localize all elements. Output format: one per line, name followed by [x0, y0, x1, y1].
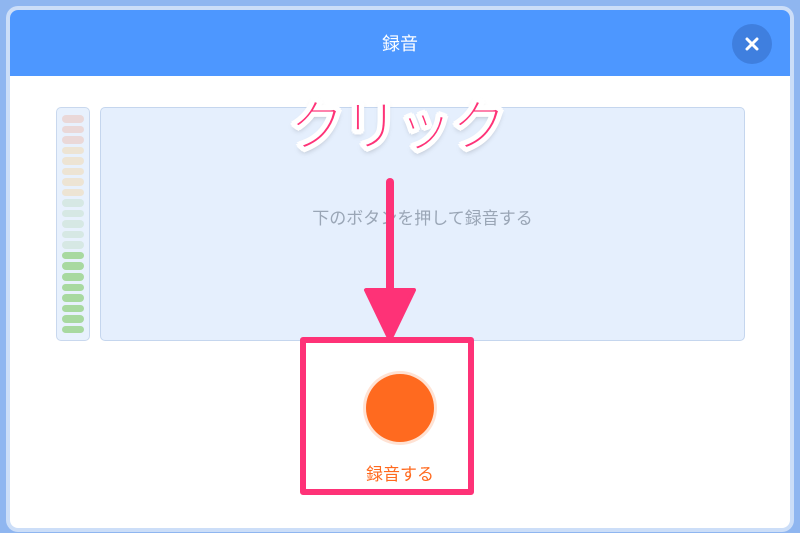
dialog-header: 録音	[10, 10, 790, 76]
record-button-label: 録音する	[366, 465, 434, 485]
level-meter-segment	[62, 146, 84, 155]
level-meter-segment	[62, 199, 84, 207]
level-meter-segment	[62, 157, 84, 165]
level-meter-segment	[62, 315, 84, 323]
dialog-title: 録音	[382, 34, 418, 55]
arrow-down-icon	[364, 178, 416, 342]
level-meter-segment	[62, 209, 84, 218]
level-meter-segment	[62, 304, 84, 313]
record-circle-icon	[366, 374, 434, 442]
level-meter-segment	[62, 167, 84, 176]
level-meter-segment	[62, 325, 84, 334]
recording-area: 下のボタンを押して録音する	[100, 107, 745, 341]
level-meter-segment	[62, 188, 84, 197]
level-meter-segment	[62, 220, 84, 228]
level-meter-segment	[62, 262, 84, 270]
level-meter-segment	[62, 178, 84, 186]
level-meter-segment	[62, 241, 84, 249]
recording-instruction: 下のボタンを押して録音する	[312, 208, 533, 229]
level-meter-segment	[62, 115, 84, 123]
level-meter-segment	[62, 272, 84, 281]
level-meter-segment	[62, 125, 84, 134]
level-meter	[56, 107, 90, 341]
level-meter-segment	[62, 294, 84, 302]
close-icon	[745, 37, 759, 51]
level-meter-segment	[62, 136, 84, 144]
close-button[interactable]	[732, 24, 772, 64]
level-meter-segment	[62, 251, 84, 260]
record-button[interactable]: 録音する	[355, 368, 445, 488]
level-meter-segment	[62, 283, 84, 292]
level-meter-segment	[62, 230, 84, 239]
